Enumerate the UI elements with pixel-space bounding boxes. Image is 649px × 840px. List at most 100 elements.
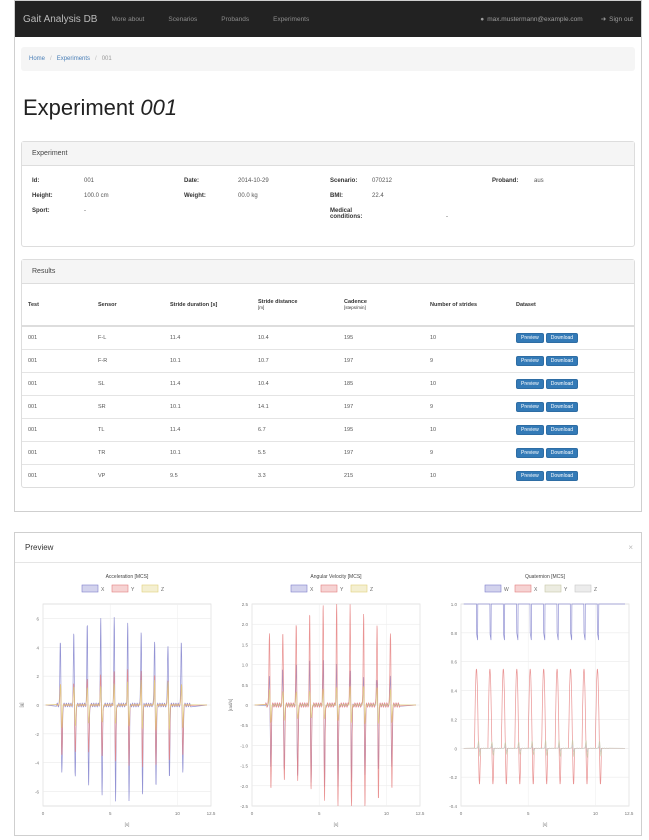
- y-tick-label: -1.0: [240, 743, 248, 748]
- preview-button[interactable]: Preview: [516, 378, 544, 389]
- chart-title: Quaternion [MCS]: [525, 574, 566, 580]
- table-row: 001 TR 10.1 5.5 197 9 Preview Download: [22, 440, 634, 464]
- cell-dataset: Preview Download: [510, 440, 634, 464]
- date-label: Date:: [184, 178, 200, 184]
- cell-cadence: 197: [338, 394, 424, 418]
- legend-label: Z: [370, 587, 373, 593]
- cell-test: 001: [22, 463, 92, 487]
- cell-sensor: SR: [92, 394, 164, 418]
- y-tick-label: 2.0: [242, 622, 249, 627]
- download-button[interactable]: Download: [545, 424, 579, 435]
- cell-dataset: Preview Download: [510, 417, 634, 441]
- preview-button[interactable]: Preview: [516, 355, 544, 366]
- y-tick-label: -6: [35, 790, 39, 795]
- date-value: 2014-10-29: [238, 178, 269, 184]
- nav-scenarios[interactable]: Scenarios: [168, 16, 197, 23]
- experiment-details: Id: 001 Date: 2014-10-29 Scenario: 07021…: [22, 166, 634, 246]
- legend-label: X: [310, 587, 314, 593]
- breadcrumb-experiments[interactable]: Experiments: [57, 56, 90, 62]
- nav-right: ● max.mustermann@example.com ➜ Sign out: [480, 15, 633, 24]
- legend-swatch: [350, 584, 368, 593]
- close-icon[interactable]: ×: [628, 543, 633, 552]
- cell-number-of-strides: 10: [424, 371, 510, 395]
- y-tick-label: -2.5: [240, 804, 248, 809]
- preview-button[interactable]: Preview: [516, 401, 544, 412]
- legend-swatch: [574, 584, 592, 593]
- cell-number-of-strides: 10: [424, 463, 510, 487]
- legend-swatch: [81, 584, 99, 593]
- legend-swatch: [290, 584, 308, 593]
- breadcrumb-separator: /: [95, 56, 97, 62]
- y-tick-label: -4: [35, 761, 39, 766]
- experiment-panel: Experiment Id: 001 Date: 2014-10-29 Scen…: [21, 141, 635, 247]
- bmi-label: BMI:: [330, 193, 343, 199]
- col-dataset-label: Dataset: [516, 301, 536, 308]
- height-label: Height:: [32, 193, 53, 199]
- preview-button[interactable]: Preview: [516, 470, 544, 481]
- cell-cadence: 215: [338, 463, 424, 487]
- weight-label: Weight:: [184, 193, 206, 199]
- results-header-row: Test Sensor Stride duration [s] Stride d…: [22, 284, 634, 327]
- brand-link[interactable]: Gait Analysis DB: [23, 14, 97, 25]
- cell-sensor: F-L: [92, 325, 164, 349]
- y-tick-label: 0.2: [451, 717, 458, 722]
- y-tick-label: 0: [245, 703, 248, 708]
- y-tick-label: 2: [36, 674, 39, 679]
- sign-out-link[interactable]: ➜ Sign out: [601, 15, 633, 23]
- table-row: 001 VP 9.5 3.3 215 10 Preview Download: [22, 463, 634, 487]
- col-test-label: Test: [28, 301, 39, 308]
- x-tick-label: 5: [527, 811, 530, 816]
- cell-cadence: 195: [338, 417, 424, 441]
- proband-value: aus: [534, 178, 544, 184]
- cell-stride-distance: 10.4: [252, 371, 338, 395]
- y-tick-label: 0: [454, 746, 457, 751]
- x-tick-label: 12.5: [207, 811, 216, 816]
- download-button[interactable]: Download: [545, 470, 579, 481]
- y-tick-label: 0: [36, 703, 39, 708]
- download-button[interactable]: Download: [545, 401, 579, 412]
- download-button[interactable]: Download: [545, 355, 579, 366]
- cell-stride-distance: 3.3: [252, 463, 338, 487]
- preview-button[interactable]: Preview: [516, 447, 544, 458]
- nav-probands[interactable]: Probands: [221, 16, 249, 23]
- results-table: Test Sensor Stride duration [s] Stride d…: [22, 284, 634, 487]
- legend-swatch: [141, 584, 159, 593]
- user-menu[interactable]: ● max.mustermann@example.com: [480, 16, 582, 23]
- angular-velocity-chart: Angular Velocity [MCS] X Y Z 2.5 2.0 1.5 1.0 0.5…: [228, 574, 425, 827]
- col-number-of-strides-label: Number of strides: [430, 301, 478, 308]
- preview-button[interactable]: Preview: [516, 332, 544, 343]
- legend-label: Y: [340, 587, 344, 593]
- breadcrumb-home[interactable]: Home: [29, 56, 45, 62]
- cell-sensor: TL: [92, 417, 164, 441]
- col-sensor-label: Sensor: [98, 301, 117, 308]
- cell-cadence: 197: [338, 348, 424, 372]
- breadcrumb: Home / Experiments / 001: [21, 47, 635, 71]
- results-panel-heading: Results: [22, 260, 634, 284]
- download-button[interactable]: Download: [545, 378, 579, 389]
- cell-number-of-strides: 10: [424, 325, 510, 349]
- y-tick-label: 4: [36, 645, 39, 650]
- nav-experiments[interactable]: Experiments: [273, 16, 309, 23]
- cell-cadence: 197: [338, 440, 424, 464]
- download-button[interactable]: Download: [545, 332, 579, 343]
- y-tick-label: 6: [36, 616, 39, 621]
- preview-button[interactable]: Preview: [516, 424, 544, 435]
- col-stride-duration: Stride duration [s]: [164, 284, 252, 327]
- sign-out-label: Sign out: [609, 16, 633, 23]
- legend-label: W: [504, 587, 509, 593]
- x-tick-label: 10: [175, 811, 181, 816]
- download-button[interactable]: Download: [545, 447, 579, 458]
- breadcrumb-current: 001: [101, 56, 112, 62]
- cell-sensor: TR: [92, 440, 164, 464]
- user-email: max.mustermann@example.com: [487, 15, 583, 23]
- breadcrumb-separator: /: [50, 56, 52, 62]
- legend-swatch: [514, 584, 532, 593]
- col-cadence: Cadence [steps/min]: [338, 284, 424, 327]
- nav-more-about[interactable]: More about: [111, 16, 144, 23]
- x-tick-label: 0: [42, 811, 45, 816]
- legend-label: Y: [564, 587, 568, 593]
- x-tick-label: 0: [460, 811, 463, 816]
- cell-test: 001: [22, 371, 92, 395]
- x-axis-label: [s]: [543, 822, 548, 827]
- cell-stride-duration: 9.5: [164, 463, 252, 487]
